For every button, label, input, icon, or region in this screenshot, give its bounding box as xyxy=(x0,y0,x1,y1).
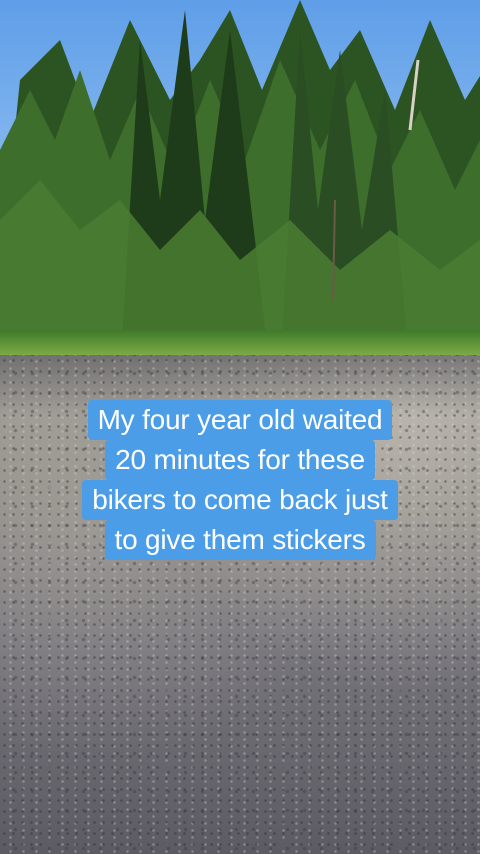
caption-line-2: 20 minutes for these xyxy=(105,440,375,480)
caption-line-1: My four year old waited xyxy=(87,400,393,440)
caption-overlay: My four year old waited 20 minutes for t… xyxy=(44,400,436,560)
caption-line-4: to give them stickers xyxy=(104,520,376,560)
video-frame[interactable]: My four year old waited 20 minutes for t… xyxy=(0,0,480,854)
caption-line-3: bikers to come back just xyxy=(82,480,398,520)
tree-line xyxy=(0,0,480,372)
